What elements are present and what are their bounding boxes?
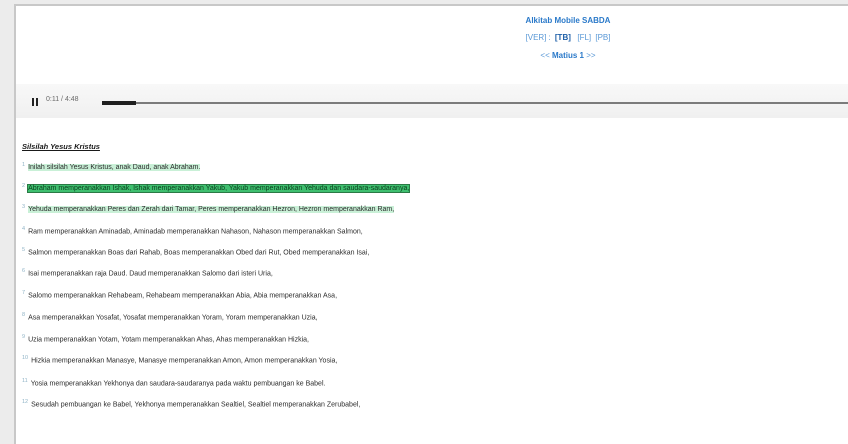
audio-player: 0:11 / 4:48 — [16, 84, 848, 118]
verse-10[interactable]: 10 Hizkia memperanakkan Manasye, Manasye … — [22, 355, 337, 364]
version-separator: : — [548, 33, 551, 42]
verse-8[interactable]: 8 Asa memperanakkan Yosafat, Yosafat memp… — [22, 312, 318, 321]
version-link-pb[interactable]: [PB] — [595, 33, 610, 42]
chapter-navigation: << Matius 1 >> — [540, 51, 595, 60]
verse-text: Inilah silsilah Yesus Kristus, anak Daud… — [28, 164, 201, 172]
verse-3[interactable]: 3 Yehuda memperanakkan Peres dan Zerah da… — [22, 204, 395, 214]
verse-text: Uzia memperanakkan Yotam, Yotam memperan… — [28, 336, 309, 344]
verse-number: 3 — [22, 204, 26, 210]
verse-text: Yehuda memperanakkan Peres dan Zerah dar… — [28, 206, 395, 214]
next-chapter-link[interactable]: >> — [586, 51, 595, 60]
verse-number: 11 — [22, 378, 28, 384]
verse-text: Isai memperanakkan raja Daud. Daud mempe… — [28, 270, 273, 278]
prev-chapter-link[interactable]: << — [540, 51, 549, 60]
verse-number: 4 — [22, 226, 26, 232]
verse-12[interactable]: 12 Sesudah pembuangan ke Babel, Yekhonya … — [22, 399, 360, 408]
verse-number: 5 — [22, 247, 26, 253]
verse-2[interactable]: 2 Abraham memperanakkan Ishak, Ishak memp… — [22, 183, 410, 193]
verse-number: 1 — [22, 162, 26, 168]
version-selector: [VER]: [TB] [FL] [PB] — [525, 33, 612, 42]
audio-progress-fill — [102, 101, 136, 105]
version-link-ver[interactable]: [VER] — [526, 33, 547, 42]
verse-text: Abraham memperanakkan Ishak, Ishak mempe… — [28, 185, 410, 193]
version-link-fl[interactable]: [FL] — [577, 33, 591, 42]
verse-text: Hizkia memperanakkan Manasye, Manasye me… — [31, 357, 338, 365]
verse-number: 7 — [22, 290, 26, 296]
app-title-link[interactable]: Alkitab Mobile SABDA — [526, 16, 611, 25]
verse-9[interactable]: 9 Uzia memperanakkan Yotam, Yotam mempera… — [22, 334, 309, 343]
verse-text: Asa memperanakkan Yosafat, Yosafat mempe… — [28, 314, 318, 322]
audio-time-display: 0:11 / 4:48 — [46, 96, 79, 103]
verse-5[interactable]: 5 Salmon memperanakkan Boas dari Rahab, B… — [22, 247, 369, 256]
verse-text: Salomo memperanakkan Rehabeam, Rehabeam … — [28, 292, 338, 300]
verse-text: Sesudah pembuangan ke Babel, Yekhonya me… — [31, 401, 361, 409]
section-heading: Silsilah Yesus Kristus — [22, 142, 100, 151]
pause-icon[interactable] — [32, 98, 39, 106]
verse-text: Salmon memperanakkan Boas dari Rahab, Bo… — [28, 249, 370, 257]
verse-6[interactable]: 6 Isai memperanakkan raja Daud. Daud memp… — [22, 268, 273, 277]
verse-number: 8 — [22, 312, 26, 318]
version-link-tb[interactable]: [TB] — [555, 33, 571, 42]
verse-text: Yosia memperanakkan Yekhonya dan saudara… — [30, 380, 326, 388]
verse-1[interactable]: 1 Inilah silsilah Yesus Kristus, anak Dau… — [22, 162, 201, 172]
verse-number: 9 — [22, 334, 26, 340]
verse-text: Ram memperanakkan Aminadab, Aminadab mem… — [28, 228, 363, 236]
verse-4[interactable]: 4 Ram memperanakkan Aminadab, Aminadab me… — [22, 226, 363, 235]
verse-7[interactable]: 7 Salomo memperanakkan Rehabeam, Rehabeam… — [22, 290, 337, 299]
browser-content-frame: Alkitab Mobile SABDA [VER]: [TB] [FL] [P… — [14, 4, 848, 444]
verse-number: 2 — [22, 183, 26, 189]
verse-number: 10 — [22, 355, 29, 361]
audio-progress-bar[interactable] — [102, 101, 848, 105]
verse-number: 6 — [22, 268, 26, 274]
verse-11[interactable]: 11 Yosia memperanakkan Yekhonya dan sauda… — [22, 378, 325, 387]
verse-number: 12 — [22, 399, 29, 405]
chapter-title[interactable]: Matius 1 — [552, 51, 584, 60]
